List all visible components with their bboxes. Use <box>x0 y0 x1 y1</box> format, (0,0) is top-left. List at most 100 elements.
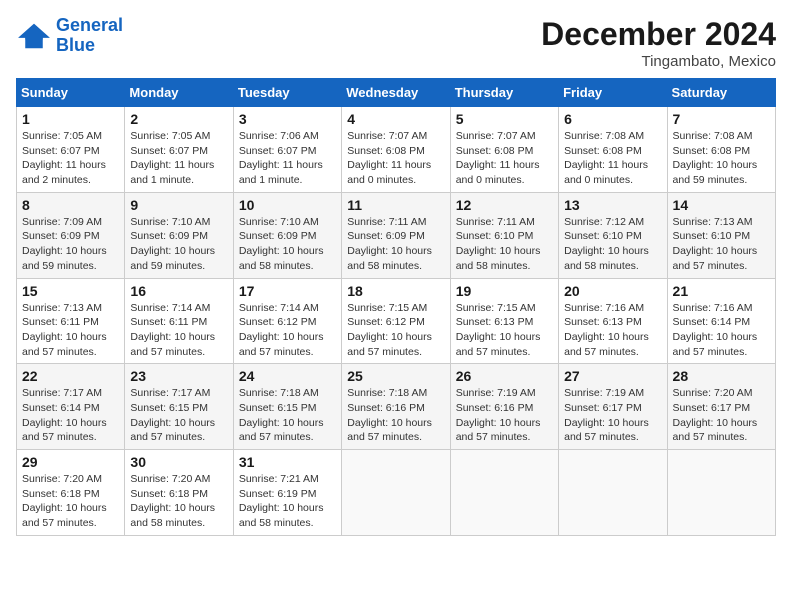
day-info: Sunrise: 7:20 AMSunset: 6:17 PMDaylight:… <box>673 386 770 445</box>
calendar-cell <box>667 450 775 536</box>
calendar-cell: 7Sunrise: 7:08 AMSunset: 6:08 PMDaylight… <box>667 107 775 193</box>
day-info: Sunrise: 7:06 AMSunset: 6:07 PMDaylight:… <box>239 129 336 188</box>
logo-line1: General <box>56 15 123 35</box>
day-info: Sunrise: 7:17 AMSunset: 6:14 PMDaylight:… <box>22 386 119 445</box>
title-area: December 2024 Tingambato, Mexico <box>541 16 776 70</box>
logo: General Blue <box>16 16 123 56</box>
day-info: Sunrise: 7:05 AMSunset: 6:07 PMDaylight:… <box>22 129 119 188</box>
day-info: Sunrise: 7:11 AMSunset: 6:09 PMDaylight:… <box>347 215 444 274</box>
day-info: Sunrise: 7:16 AMSunset: 6:14 PMDaylight:… <box>673 301 770 360</box>
day-info: Sunrise: 7:07 AMSunset: 6:08 PMDaylight:… <box>456 129 553 188</box>
day-info: Sunrise: 7:09 AMSunset: 6:09 PMDaylight:… <box>22 215 119 274</box>
logo-icon <box>16 22 52 50</box>
calendar-cell: 27 Sunrise: 7:19 AMSunset: 6:17 PMDayligh… <box>559 364 667 450</box>
day-info: Sunrise: 7:14 AMSunset: 6:11 PMDaylight:… <box>130 301 227 360</box>
logo-text: General Blue <box>56 16 123 56</box>
calendar-cell: 22 Sunrise: 7:17 AMSunset: 6:14 PMDayligh… <box>17 364 125 450</box>
day-info: Sunrise: 7:14 AMSunset: 6:12 PMDaylight:… <box>239 301 336 360</box>
day-number: 26 <box>456 368 553 384</box>
day-number: 5 <box>456 111 553 127</box>
day-number: 15 <box>22 283 119 299</box>
day-info: Sunrise: 7:16 AMSunset: 6:13 PMDaylight:… <box>564 301 661 360</box>
calendar-cell: 26 Sunrise: 7:19 AMSunset: 6:16 PMDayligh… <box>450 364 558 450</box>
day-number: 12 <box>456 197 553 213</box>
day-number: 21 <box>673 283 770 299</box>
calendar-week-1: 1 Sunrise: 7:05 AMSunset: 6:07 PMDaylight… <box>17 107 776 193</box>
calendar-cell: 12 Sunrise: 7:11 AMSunset: 6:10 PMDayligh… <box>450 192 558 278</box>
day-info: Sunrise: 7:12 AMSunset: 6:10 PMDaylight:… <box>564 215 661 274</box>
column-header-monday: Monday <box>125 79 233 107</box>
day-number: 11 <box>347 197 444 213</box>
calendar-week-3: 15 Sunrise: 7:13 AMSunset: 6:11 PMDayligh… <box>17 278 776 364</box>
calendar-cell: 2 Sunrise: 7:05 AMSunset: 6:07 PMDaylight… <box>125 107 233 193</box>
day-info: Sunrise: 7:08 AMSunset: 6:08 PMDaylight:… <box>564 129 661 188</box>
location: Tingambato, Mexico <box>541 53 776 70</box>
calendar-header-row: SundayMondayTuesdayWednesdayThursdayFrid… <box>17 79 776 107</box>
day-number: 8 <box>22 197 119 213</box>
day-info: Sunrise: 7:13 AMSunset: 6:10 PMDaylight:… <box>673 215 770 274</box>
day-number: 22 <box>22 368 119 384</box>
day-number: 23 <box>130 368 227 384</box>
calendar-cell: 28Sunrise: 7:20 AMSunset: 6:17 PMDayligh… <box>667 364 775 450</box>
header: General Blue December 2024 Tingambato, M… <box>16 16 776 70</box>
column-header-tuesday: Tuesday <box>233 79 341 107</box>
column-header-wednesday: Wednesday <box>342 79 450 107</box>
day-info: Sunrise: 7:21 AMSunset: 6:19 PMDaylight:… <box>239 472 336 531</box>
calendar-cell: 31 Sunrise: 7:21 AMSunset: 6:19 PMDayligh… <box>233 450 341 536</box>
calendar-cell: 14 Sunrise: 7:13 AMSunset: 6:10 PMDayligh… <box>667 192 775 278</box>
day-number: 1 <box>22 111 119 127</box>
day-number: 16 <box>130 283 227 299</box>
calendar-cell: 18Sunrise: 7:15 AMSunset: 6:12 PMDayligh… <box>342 278 450 364</box>
column-header-thursday: Thursday <box>450 79 558 107</box>
calendar-cell: 23Sunrise: 7:17 AMSunset: 6:15 PMDayligh… <box>125 364 233 450</box>
calendar-cell: 25Sunrise: 7:18 AMSunset: 6:16 PMDayligh… <box>342 364 450 450</box>
day-info: Sunrise: 7:11 AMSunset: 6:10 PMDaylight:… <box>456 215 553 274</box>
day-info: Sunrise: 7:19 AMSunset: 6:17 PMDaylight:… <box>564 386 661 445</box>
calendar-cell: 16 Sunrise: 7:14 AMSunset: 6:11 PMDayligh… <box>125 278 233 364</box>
calendar-cell: 3 Sunrise: 7:06 AMSunset: 6:07 PMDaylight… <box>233 107 341 193</box>
day-number: 3 <box>239 111 336 127</box>
calendar-cell <box>342 450 450 536</box>
calendar-cell: 8 Sunrise: 7:09 AMSunset: 6:09 PMDaylight… <box>17 192 125 278</box>
column-header-saturday: Saturday <box>667 79 775 107</box>
calendar-cell: 10Sunrise: 7:10 AMSunset: 6:09 PMDayligh… <box>233 192 341 278</box>
day-info: Sunrise: 7:18 AMSunset: 6:15 PMDaylight:… <box>239 386 336 445</box>
logo-line2: Blue <box>56 35 95 55</box>
calendar-cell: 24 Sunrise: 7:18 AMSunset: 6:15 PMDayligh… <box>233 364 341 450</box>
day-info: Sunrise: 7:10 AMSunset: 6:09 PMDaylight:… <box>239 215 336 274</box>
day-info: Sunrise: 7:20 AMSunset: 6:18 PMDaylight:… <box>130 472 227 531</box>
day-info: Sunrise: 7:10 AMSunset: 6:09 PMDaylight:… <box>130 215 227 274</box>
calendar-week-2: 8 Sunrise: 7:09 AMSunset: 6:09 PMDaylight… <box>17 192 776 278</box>
day-number: 2 <box>130 111 227 127</box>
day-number: 13 <box>564 197 661 213</box>
day-number: 20 <box>564 283 661 299</box>
day-info: Sunrise: 7:20 AMSunset: 6:18 PMDaylight:… <box>22 472 119 531</box>
day-info: Sunrise: 7:15 AMSunset: 6:12 PMDaylight:… <box>347 301 444 360</box>
calendar-cell: 30Sunrise: 7:20 AMSunset: 6:18 PMDayligh… <box>125 450 233 536</box>
day-number: 25 <box>347 368 444 384</box>
day-info: Sunrise: 7:13 AMSunset: 6:11 PMDaylight:… <box>22 301 119 360</box>
day-number: 14 <box>673 197 770 213</box>
calendar-cell <box>450 450 558 536</box>
day-info: Sunrise: 7:19 AMSunset: 6:16 PMDaylight:… <box>456 386 553 445</box>
day-number: 31 <box>239 454 336 470</box>
calendar-cell: 29 Sunrise: 7:20 AMSunset: 6:18 PMDayligh… <box>17 450 125 536</box>
calendar-cell <box>559 450 667 536</box>
calendar-cell: 20 Sunrise: 7:16 AMSunset: 6:13 PMDayligh… <box>559 278 667 364</box>
day-number: 17 <box>239 283 336 299</box>
day-number: 27 <box>564 368 661 384</box>
column-header-sunday: Sunday <box>17 79 125 107</box>
day-number: 9 <box>130 197 227 213</box>
day-number: 24 <box>239 368 336 384</box>
calendar: SundayMondayTuesdayWednesdayThursdayFrid… <box>16 78 776 536</box>
day-info: Sunrise: 7:05 AMSunset: 6:07 PMDaylight:… <box>130 129 227 188</box>
calendar-cell: 9 Sunrise: 7:10 AMSunset: 6:09 PMDaylight… <box>125 192 233 278</box>
day-info: Sunrise: 7:08 AMSunset: 6:08 PMDaylight:… <box>673 129 770 188</box>
day-number: 6 <box>564 111 661 127</box>
day-number: 4 <box>347 111 444 127</box>
calendar-cell: 5 Sunrise: 7:07 AMSunset: 6:08 PMDaylight… <box>450 107 558 193</box>
calendar-cell: 4Sunrise: 7:07 AMSunset: 6:08 PMDaylight… <box>342 107 450 193</box>
calendar-cell: 1 Sunrise: 7:05 AMSunset: 6:07 PMDaylight… <box>17 107 125 193</box>
calendar-cell: 19Sunrise: 7:15 AMSunset: 6:13 PMDayligh… <box>450 278 558 364</box>
day-number: 29 <box>22 454 119 470</box>
